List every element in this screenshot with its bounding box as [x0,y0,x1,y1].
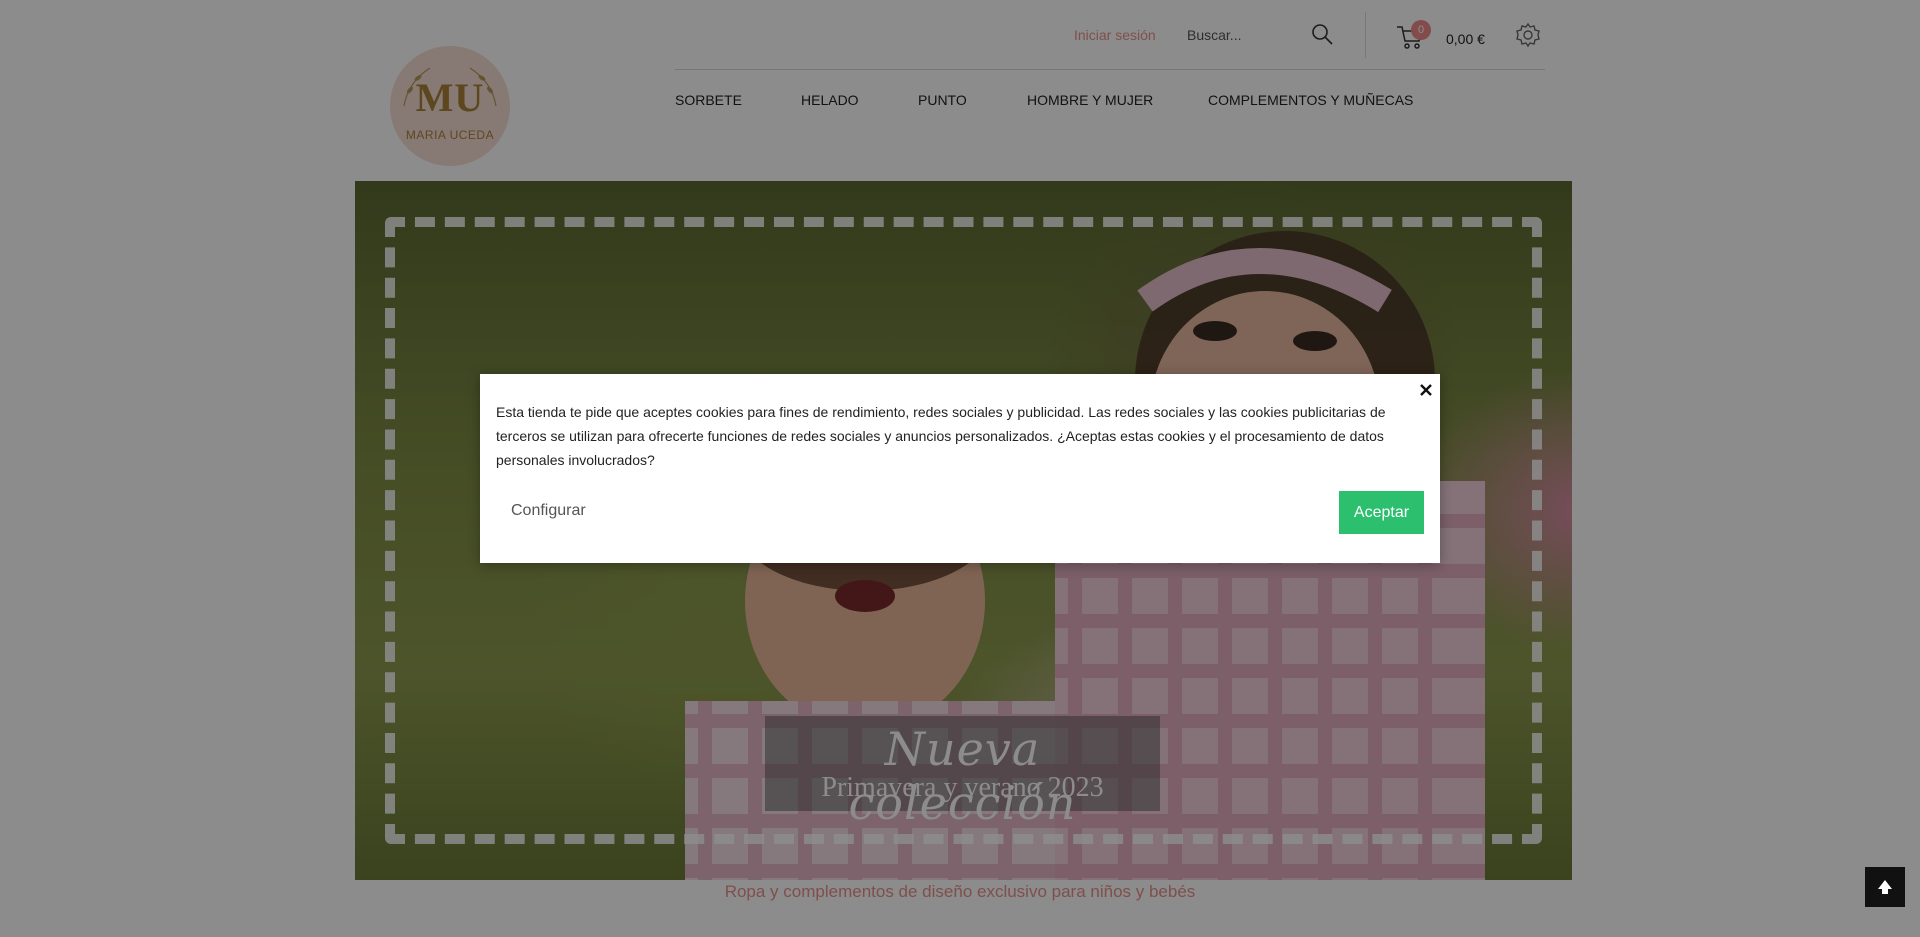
scroll-top-button[interactable] [1865,867,1905,907]
accept-button[interactable]: Aceptar [1339,491,1424,534]
arrow-up-icon [1878,880,1892,894]
configure-button[interactable]: Configurar [511,502,586,520]
page: Iniciar sesión 0 0,00 € [0,0,1920,937]
cookie-consent-modal: Esta tienda te pide que aceptes cookies … [480,374,1440,563]
close-icon[interactable] [1417,381,1435,399]
cookie-consent-text: Esta tienda te pide que aceptes cookies … [496,404,1386,468]
